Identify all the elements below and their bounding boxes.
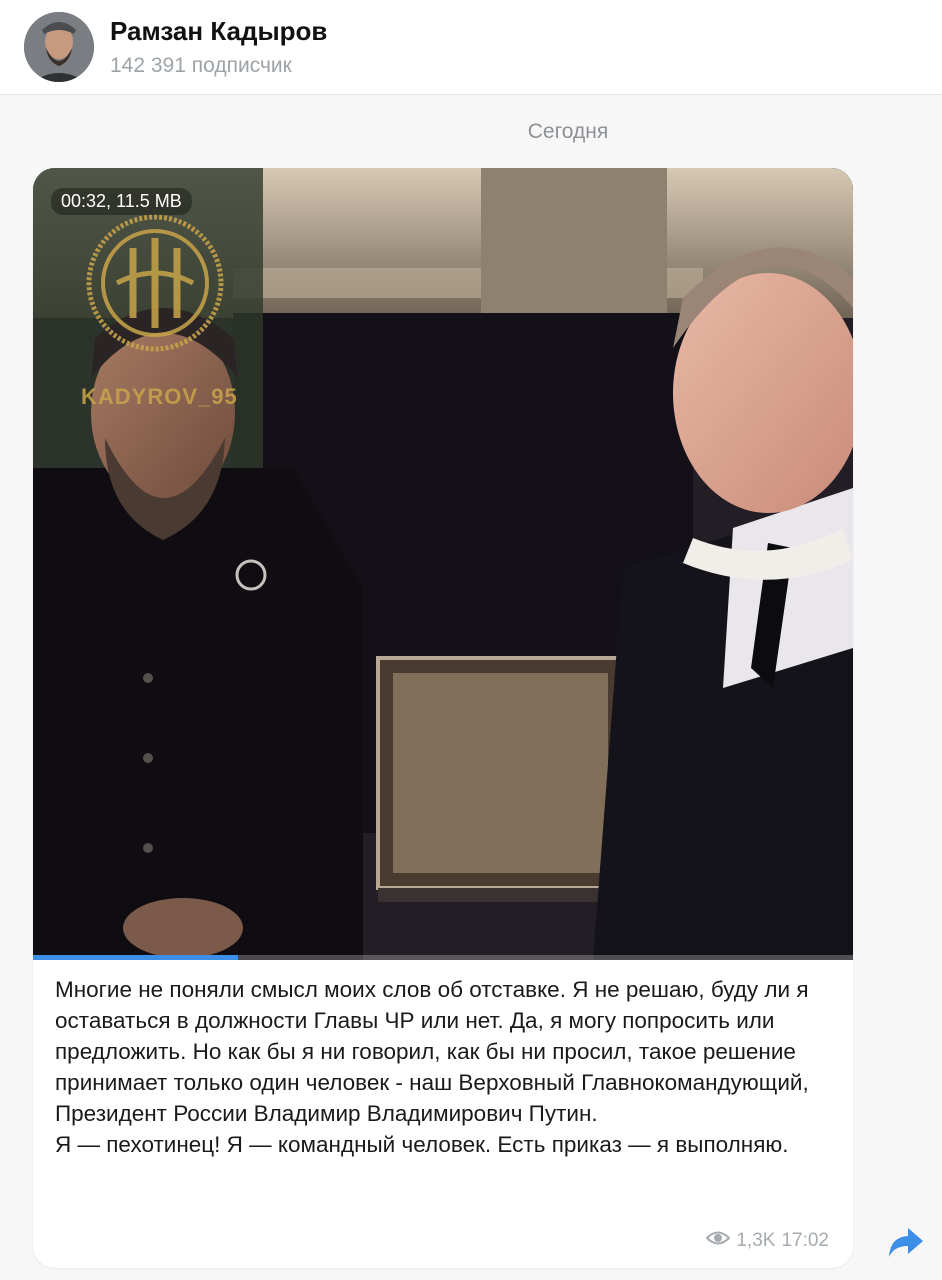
avatar-image [24, 12, 94, 82]
video-player[interactable]: 00:32, 11.5 MB KADYROV_95 [33, 168, 853, 960]
message-meta: 1,3K 17:02 [705, 1230, 829, 1252]
channel-title[interactable]: Рамзан Кадыров [110, 16, 327, 47]
video-frame [33, 168, 853, 960]
message-bubble: 00:32, 11.5 MB KADYROV_95 Многие не поня… [33, 168, 853, 1268]
subscriber-count: 142 391 подписчик [110, 54, 292, 77]
video-info-badge: 00:32, 11.5 MB [51, 188, 192, 215]
post-text: Многие не поняли смысл моих слов об отст… [55, 977, 809, 1157]
message-time: 17:02 [781, 1230, 829, 1251]
channel-header: Рамзан Кадыров 142 391 подписчик [0, 0, 942, 95]
channel-avatar[interactable] [24, 12, 94, 82]
view-count: 1,3K [736, 1230, 776, 1251]
video-progress-track[interactable] [33, 955, 853, 960]
watermark-text: KADYROV_95 [81, 384, 238, 409]
share-button[interactable] [886, 1224, 926, 1260]
eye-icon [705, 1230, 731, 1252]
share-arrow-icon [889, 1228, 923, 1257]
date-separator: Сегодня [527, 120, 609, 143]
video-progress-fill [33, 955, 238, 960]
